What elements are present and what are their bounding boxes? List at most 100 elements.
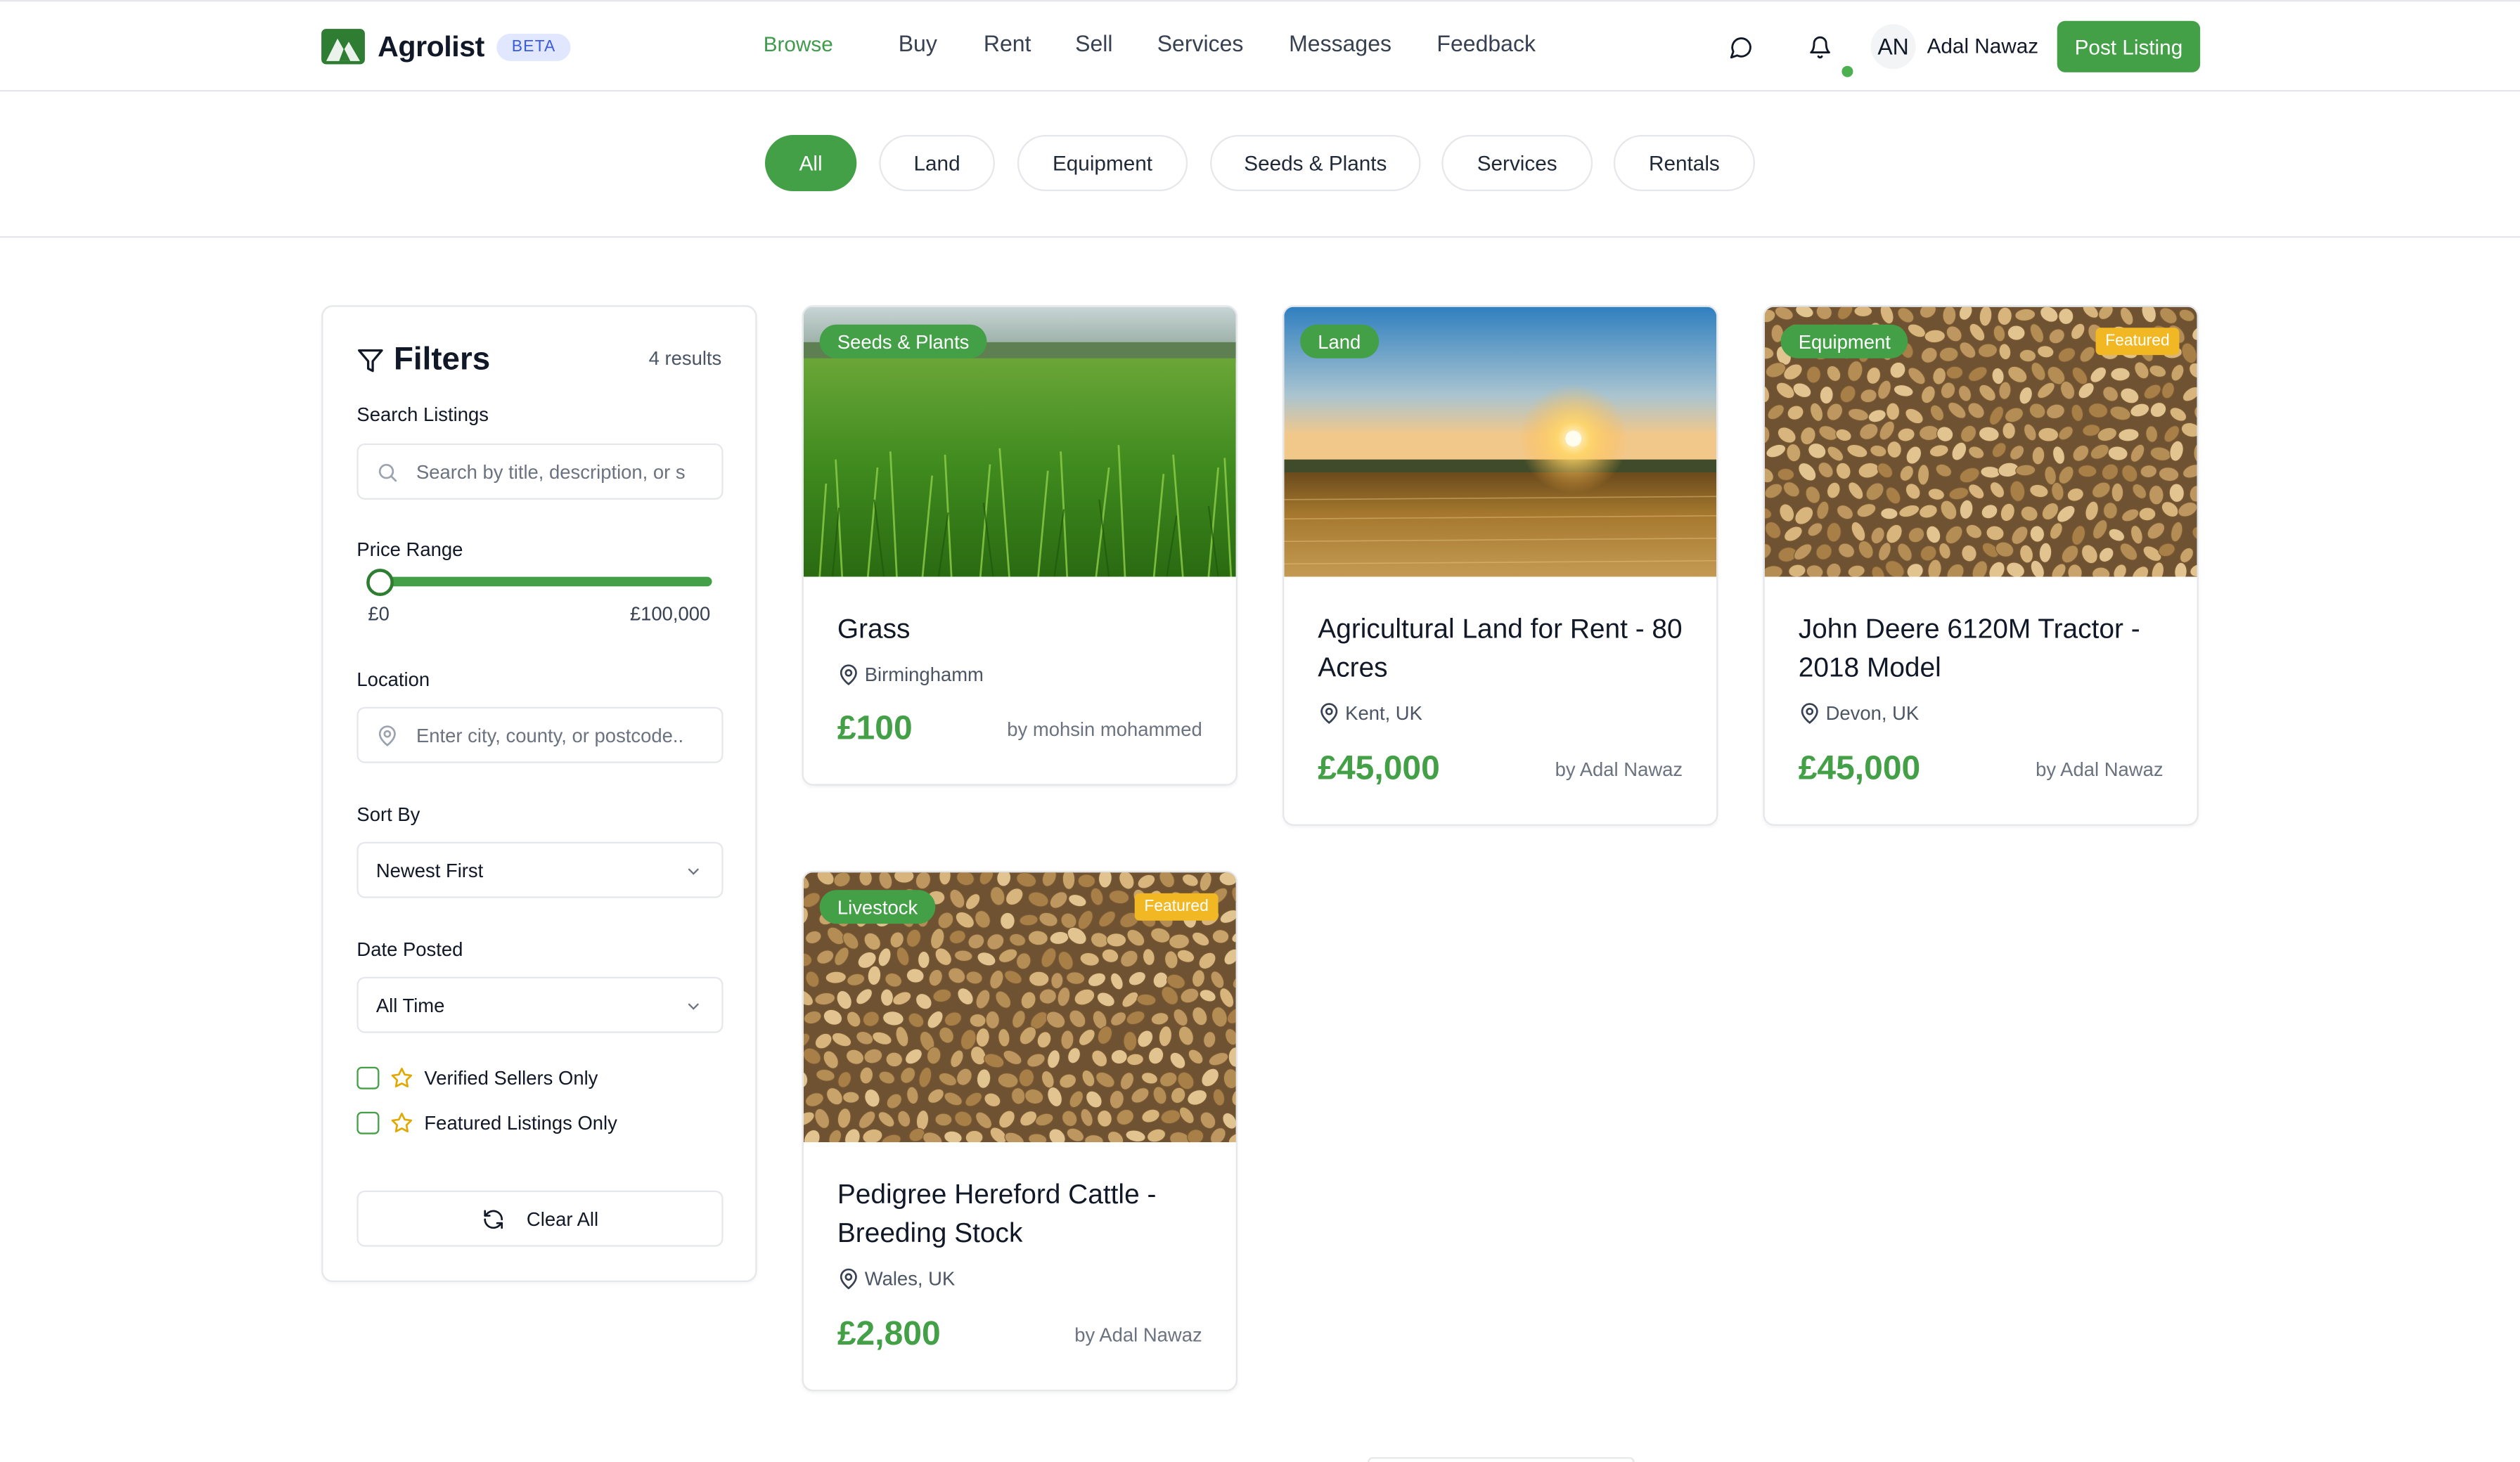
listing-title: Agricultural Land for Rent - 80 Acres (1318, 614, 1683, 683)
listing-location: Devon, UK (1799, 701, 1920, 725)
nav-rent[interactable]: Rent (984, 30, 1031, 56)
listing-price: £45,000 (1318, 750, 1440, 787)
listing-location: Kent, UK (1318, 702, 1422, 725)
listing-price: £45,000 (1798, 750, 1921, 787)
verified-sellers-row[interactable]: Verified Sellers Only (356, 1066, 598, 1089)
nav-sell[interactable]: Sell (1075, 30, 1112, 56)
listing-seller: by mohsin mohammed (1007, 718, 1202, 741)
verified-sellers-checkbox[interactable] (356, 1066, 380, 1089)
filters-panel: Filters 4 results Search Listings Search… (321, 305, 757, 1283)
price-max: £100,000 (629, 602, 711, 626)
search-icon (378, 462, 397, 481)
listing-price: £100 (837, 710, 913, 747)
listing-price: £2,800 (837, 1316, 941, 1353)
filters-title: Filters (394, 342, 491, 378)
price-slider-track[interactable] (369, 576, 712, 587)
category-badge: Equipment (1780, 324, 1908, 358)
category-rentals[interactable]: Rentals (1613, 135, 1755, 191)
notification-dot (1841, 65, 1853, 77)
page: Agrolist BETA Browse Buy Rent Sell Servi… (0, 0, 2520, 1462)
listing-title: Grass (837, 614, 911, 645)
location-pin-icon (1801, 703, 1818, 724)
sort-label: Sort By (356, 803, 420, 826)
price-slider-thumb[interactable] (366, 569, 394, 597)
listing-location-text: Devon, UK (1825, 701, 1920, 725)
search-placeholder: Search by title, description, or s (416, 460, 686, 483)
location-input[interactable]: Enter city, county, or postcode.. (356, 706, 724, 763)
sort-value: Newest First (375, 858, 484, 881)
clear-all-label: Clear All (526, 1207, 599, 1230)
listing-card[interactable]: Land Agricultural Land for Rent - 80 Acr… (1282, 305, 1718, 826)
pagination-stub (1368, 1457, 1635, 1462)
listing-card[interactable]: Livestock Featured Pedigree Hereford Cat… (802, 870, 1238, 1392)
location-pin-icon (1320, 703, 1338, 724)
user-name[interactable]: Adal Nawaz (1927, 34, 2039, 58)
featured-listings-checkbox[interactable] (356, 1111, 380, 1134)
brand-name: Agrolist (378, 30, 484, 63)
category-equipment[interactable]: Equipment (1017, 135, 1188, 191)
top-navbar: Agrolist BETA Browse Buy Rent Sell Servi… (0, 0, 2520, 92)
nav-services[interactable]: Services (1157, 30, 1244, 56)
location-pin-icon (840, 1268, 857, 1290)
listing-seller: by Adal Nawaz (1074, 1324, 1202, 1347)
listing-image-grass: Seeds & Plants (803, 306, 1236, 577)
location-pin-icon (840, 664, 857, 686)
listing-location: Wales, UK (837, 1267, 955, 1290)
listing-location-text: Kent, UK (1345, 701, 1422, 725)
listing-seller: by Adal Nawaz (2036, 758, 2164, 781)
refresh-icon (483, 1209, 503, 1229)
category-seeds-plants[interactable]: Seeds & Plants (1210, 135, 1421, 191)
date-posted-value: All Time (375, 993, 445, 1016)
chevron-down-icon (688, 868, 699, 875)
search-label: Search Listings (356, 403, 489, 426)
category-land[interactable]: Land (879, 135, 995, 191)
brand[interactable]: Agrolist BETA (321, 27, 570, 66)
star-icon (391, 1068, 413, 1088)
date-posted-label: Date Posted (356, 938, 463, 961)
chevron-down-icon (688, 1003, 699, 1010)
location-placeholder: Enter city, county, or postcode.. (416, 723, 684, 746)
price-min: £0 (368, 602, 390, 626)
chat-icon[interactable] (1725, 30, 1757, 63)
category-badge: Livestock (819, 890, 936, 924)
bell-icon[interactable] (1804, 30, 1836, 63)
nav-feedback[interactable]: Feedback (1436, 30, 1536, 56)
logo-icon (321, 29, 365, 65)
results-count: 4 results (648, 347, 722, 370)
listing-image-wheat-grains: Equipment Featured (1764, 306, 2197, 577)
featured-listings-row[interactable]: Featured Listings Only (356, 1111, 617, 1134)
post-listing-button[interactable]: Post Listing (2057, 20, 2201, 72)
listing-title: John Deere 6120M Tractor - 2018 Model (1798, 614, 2140, 683)
listing-card[interactable]: Seeds & Plants Grass Birminghamm £100 by… (802, 305, 1238, 786)
nav-buy[interactable]: Buy (899, 30, 937, 56)
filter-icon (358, 349, 383, 373)
listing-image-wheat-grains: Livestock Featured (803, 872, 1236, 1143)
clear-all-button[interactable]: Clear All (356, 1190, 724, 1247)
search-input[interactable]: Search by title, description, or s (356, 443, 724, 500)
divider (0, 236, 2520, 238)
listing-location-text: Birminghamm (864, 664, 984, 687)
category-badge: Seeds & Plants (819, 324, 987, 358)
beta-badge: BETA (497, 32, 570, 60)
listing-title: Pedigree Hereford Cattle - Breeding Stoc… (837, 1179, 1157, 1249)
nav-messages[interactable]: Messages (1289, 30, 1391, 56)
location-pin-icon (378, 725, 396, 746)
avatar[interactable]: AN (1870, 24, 1916, 70)
nav-browse[interactable]: Browse (764, 32, 833, 56)
featured-listings-label: Featured Listings Only (424, 1111, 617, 1134)
featured-badge: Featured (2095, 328, 2180, 356)
listing-location: Birminghamm (837, 664, 984, 686)
category-services[interactable]: Services (1441, 135, 1593, 191)
category-all[interactable]: All (765, 135, 857, 191)
listing-seller: by Adal Nawaz (1555, 758, 1683, 781)
featured-badge: Featured (1134, 893, 1219, 921)
sort-select[interactable]: Newest First (356, 841, 724, 898)
listing-image-sunset-field: Land (1284, 306, 1717, 577)
listing-location-text: Wales, UK (864, 1267, 956, 1290)
price-range-label: Price Range (356, 538, 463, 561)
date-posted-select[interactable]: All Time (356, 976, 724, 1033)
category-badge: Land (1300, 324, 1379, 358)
listing-card[interactable]: Equipment Featured John Deere 6120M Trac… (1763, 305, 2199, 826)
location-label: Location (356, 668, 430, 691)
star-icon (391, 1113, 413, 1133)
